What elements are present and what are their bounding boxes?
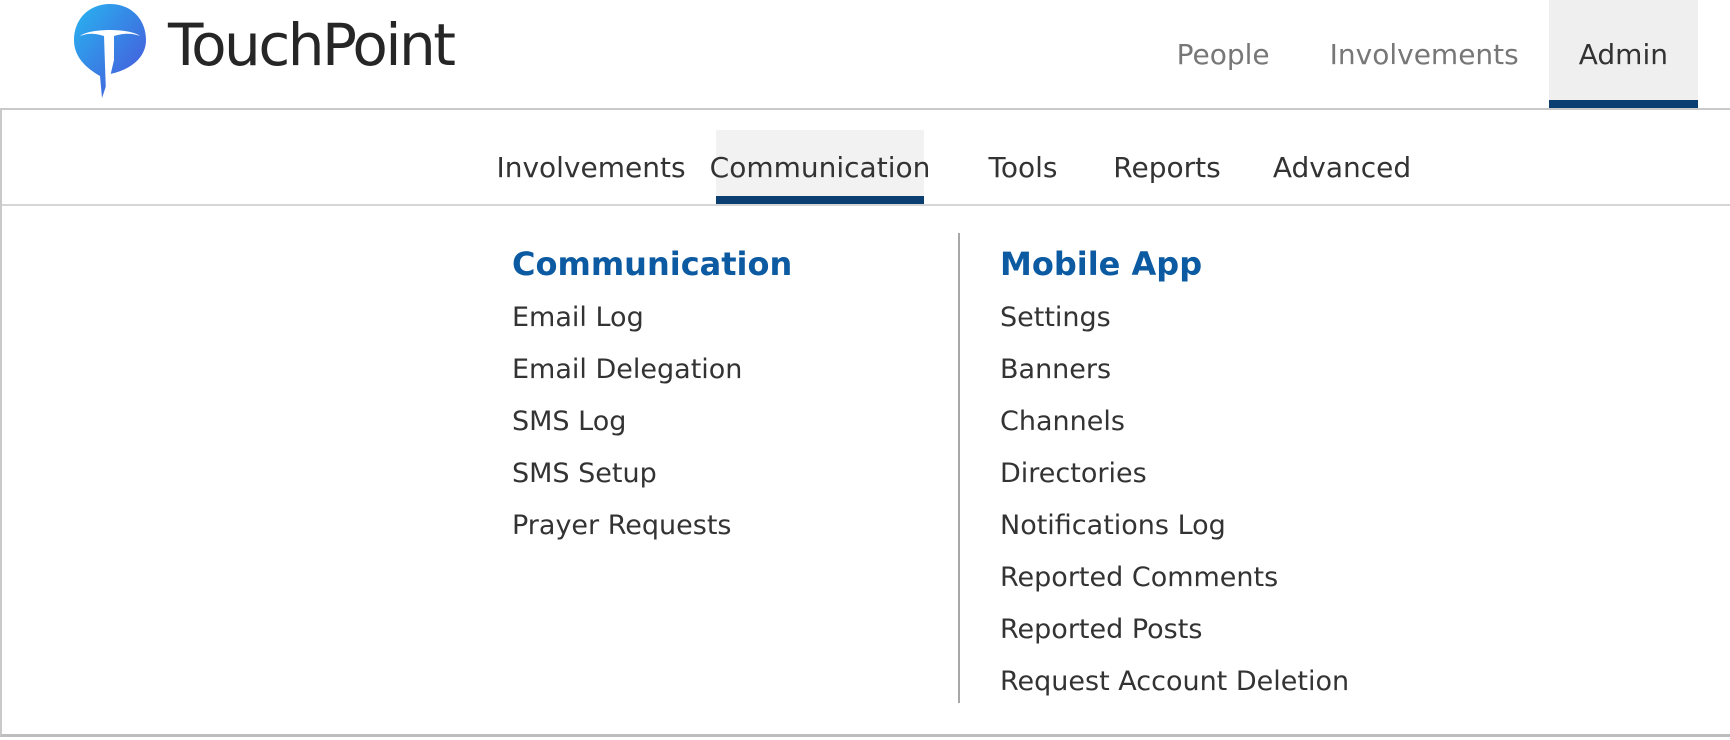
reported-comments-link[interactable]: Reported Comments [1000,552,1349,604]
directories-link[interactable]: Directories [1000,448,1349,500]
top-nav-people[interactable]: People [1147,0,1300,108]
mobile-app-heading: Mobile App [1000,245,1203,283]
communication-heading: Communication [512,245,793,283]
mobile-app-column: Mobile App Settings Banners Channels Dir… [1000,240,1349,708]
touchpoint-logo-icon [74,4,146,98]
communication-column: Communication Email Log Email Delegation… [512,240,792,552]
notifications-log-link[interactable]: Notifications Log [1000,500,1349,552]
sms-setup-link[interactable]: SMS Setup [512,448,792,500]
sms-log-link[interactable]: SMS Log [512,396,792,448]
sub-nav-communication[interactable]: Communication [710,130,930,204]
column-divider [958,233,960,703]
email-log-link[interactable]: Email Log [512,292,792,344]
reported-posts-link[interactable]: Reported Posts [1000,604,1349,656]
mobile-settings-link[interactable]: Settings [1000,292,1349,344]
admin-sub-navigation: Involvements Communication Tools Reports… [2,110,1730,206]
sub-nav-advanced[interactable]: Advanced [1272,130,1412,204]
touchpoint-logo[interactable]: TouchPoint [72,2,492,100]
banners-link[interactable]: Banners [1000,344,1349,396]
top-nav-admin[interactable]: Admin [1548,0,1699,108]
top-nav-involvements[interactable]: Involvements [1300,0,1549,108]
sub-nav-involvements[interactable]: Involvements [480,130,702,204]
sub-nav-reports[interactable]: Reports [1113,130,1221,204]
email-delegation-link[interactable]: Email Delegation [512,344,792,396]
channels-link[interactable]: Channels [1000,396,1349,448]
top-navigation: People Involvements Admin [1147,0,1699,108]
brand-name: TouchPoint [168,11,456,79]
request-account-deletion-link[interactable]: Request Account Deletion [1000,656,1349,708]
admin-mega-menu: Involvements Communication Tools Reports… [0,108,1730,737]
sub-nav-tools[interactable]: Tools [982,130,1064,204]
page: TouchPoint People Involvements Admin Inv… [0,0,1730,740]
top-header: TouchPoint People Involvements Admin [0,0,1730,108]
prayer-requests-link[interactable]: Prayer Requests [512,500,792,552]
